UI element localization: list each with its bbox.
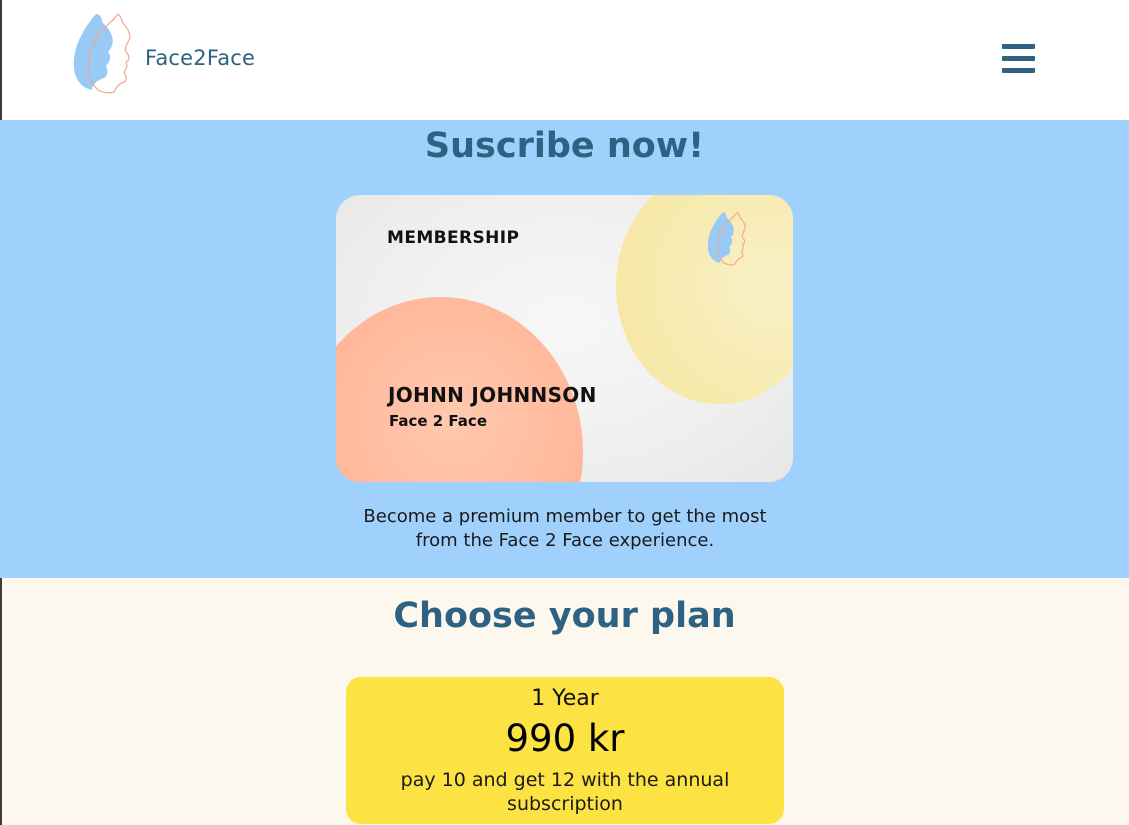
face-profile-icon[interactable]	[68, 10, 134, 98]
plan-card-1-year[interactable]: 1 Year 990 kr pay 10 and get 12 with the…	[346, 677, 784, 824]
hamburger-menu-icon[interactable]	[1002, 44, 1035, 74]
face-profile-icon	[704, 209, 748, 269]
hero-title: Suscribe now!	[424, 126, 705, 166]
plan-price: 990 kr	[505, 717, 625, 760]
page: Face2Face Suscribe now! MEMBERSHIP JOHNN…	[0, 0, 1129, 825]
card-holder-name: JOHNN JOHNNSON	[388, 383, 597, 407]
plan-period: 1 Year	[531, 686, 599, 711]
site-header: Face2Face	[0, 0, 1129, 120]
plan-description: pay 10 and get 12 with the annual subscr…	[400, 769, 730, 815]
membership-card: MEMBERSHIP JOHNN JOHNNSON Face 2 Face	[336, 195, 793, 482]
card-membership-label: MEMBERSHIP	[387, 228, 520, 248]
plans-title: Choose your plan	[393, 596, 736, 636]
card-subtitle: Face 2 Face	[389, 412, 487, 430]
brand-name[interactable]: Face2Face	[145, 46, 255, 70]
hero-description: Become a premium member to get the most …	[363, 506, 767, 551]
